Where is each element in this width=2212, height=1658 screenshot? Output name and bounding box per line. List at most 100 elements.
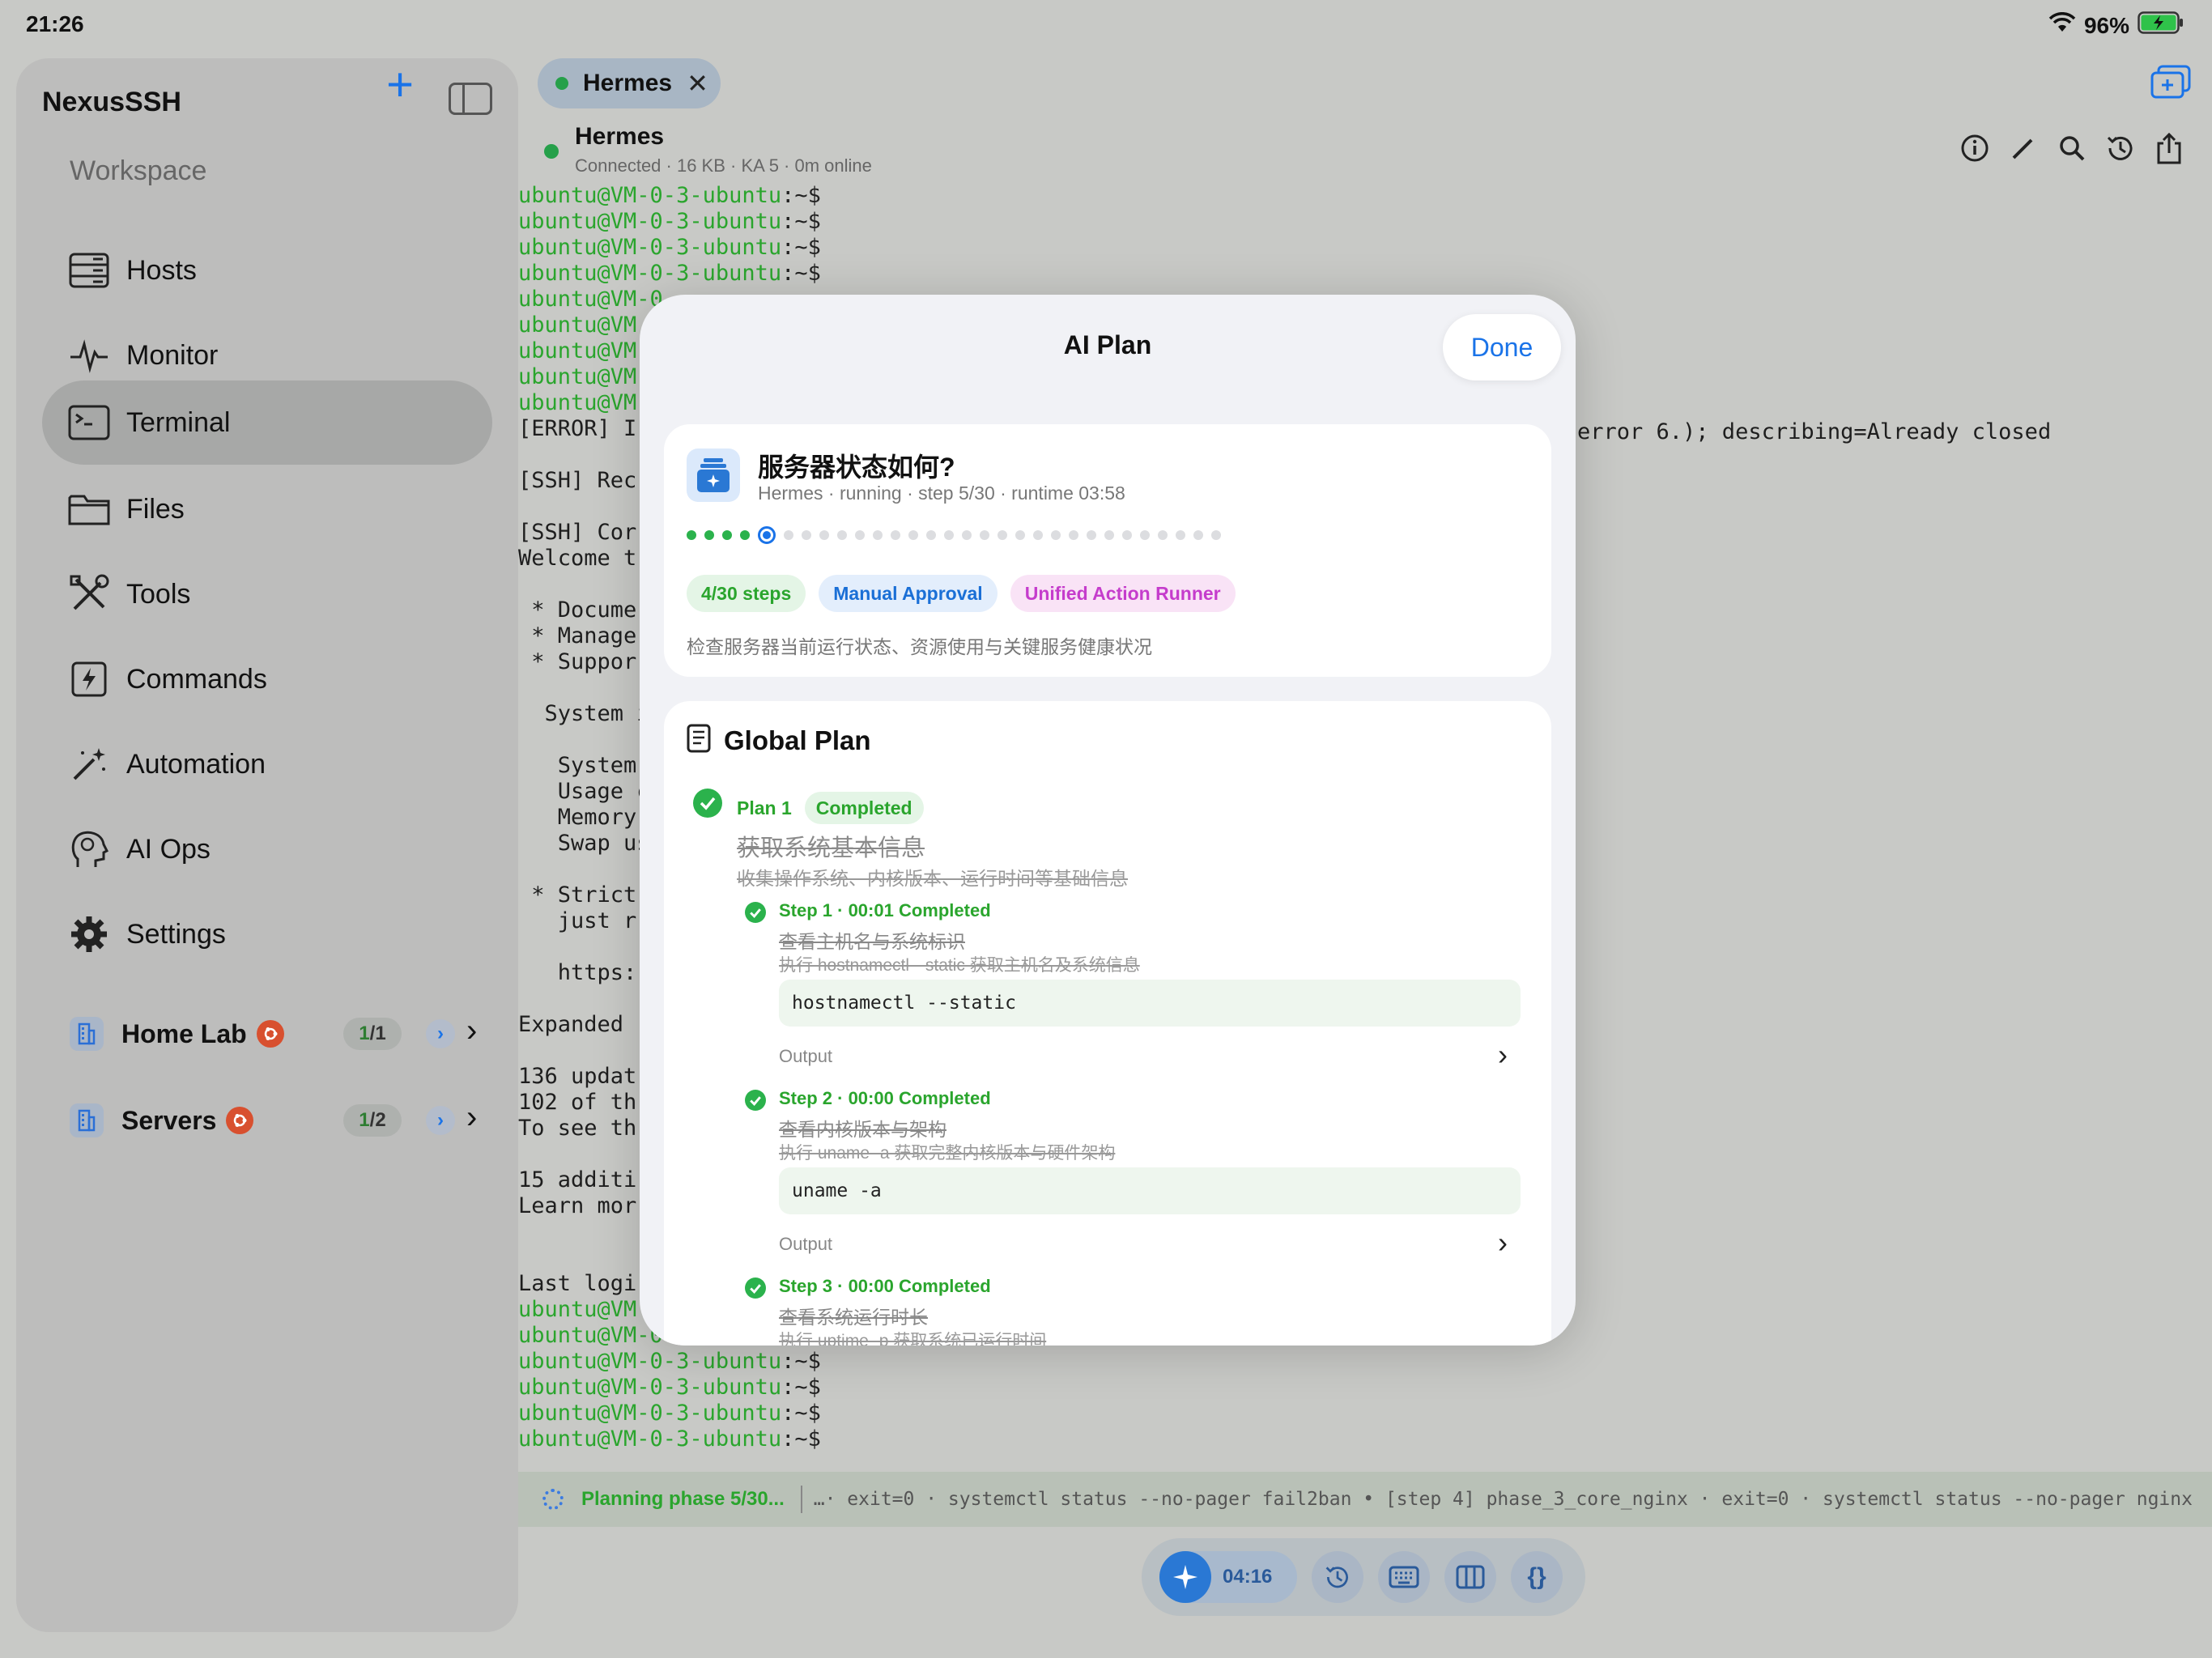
- step-dot: [837, 530, 847, 540]
- step-dot: [962, 530, 972, 540]
- host-group-servers[interactable]: Servers 1 / 2 › ›: [70, 1091, 491, 1150]
- online-indicator: [555, 77, 568, 90]
- chevron-right-icon[interactable]: ›: [466, 1099, 477, 1136]
- step-dot: [1069, 530, 1078, 540]
- ai-status-line: Planning phase 5/30... …· exit=0 · syste…: [518, 1472, 2212, 1527]
- host-name: Hermes: [575, 123, 665, 150]
- history-button[interactable]: [1312, 1551, 1363, 1603]
- keyboard-button[interactable]: [1378, 1551, 1430, 1603]
- steps-chip: 4/30 steps: [687, 575, 806, 612]
- expand-group-button[interactable]: ›: [426, 1019, 455, 1048]
- step-header: Step 2 · 00:00 Completed: [779, 1088, 991, 1108]
- plan-status-badge: Completed: [804, 792, 924, 824]
- sidebar-item-commands[interactable]: Commands: [42, 637, 492, 721]
- task-title: 服务器状态如何?: [758, 453, 955, 482]
- share-icon[interactable]: [2154, 132, 2184, 164]
- step-header: Step 1 · 00:01 Completed: [779, 900, 991, 920]
- global-plan-heading: Global Plan: [724, 725, 871, 755]
- output-label: Output: [779, 1046, 833, 1066]
- folder-icon: [66, 487, 112, 532]
- step-description: 执行 uname -a 获取完整内核版本与硬件架构: [779, 1144, 1116, 1163]
- battery-charging-icon: [2138, 11, 2184, 40]
- brain-head-icon: [66, 827, 112, 872]
- step-dot: [740, 530, 750, 540]
- sidebar-toggle-icon[interactable]: [449, 83, 492, 115]
- expand-output-chevron-icon[interactable]: ›: [1498, 1038, 1508, 1072]
- step-dot: [819, 530, 829, 540]
- terminal-line: ubuntu@VM-0-3-ubuntu:~$: [518, 1401, 821, 1426]
- session-tab-hermes[interactable]: Hermes ✕: [538, 58, 721, 108]
- sidebar-item-settings[interactable]: Settings: [42, 892, 492, 976]
- expand-group-button[interactable]: ›: [426, 1106, 455, 1135]
- approval-mode-chip[interactable]: Manual Approval: [819, 575, 998, 612]
- pencil-icon[interactable]: [2008, 133, 2039, 164]
- check-circle-icon: [693, 789, 722, 818]
- sidebar-item-automation[interactable]: Automation: [42, 722, 492, 806]
- waveform-icon: [66, 333, 112, 378]
- step-title: 查看内核版本与架构: [779, 1119, 946, 1140]
- wifi-icon: [2048, 12, 2076, 39]
- task-description: 检查服务器当前运行状态、资源使用与关键服务健康状况: [687, 636, 1152, 657]
- check-circle-icon: [745, 902, 766, 923]
- status-bar: 21:26 96%: [0, 0, 2212, 52]
- step-dot: [980, 530, 989, 540]
- new-window-icon[interactable]: [2150, 65, 2191, 99]
- split-view-button[interactable]: [1444, 1551, 1496, 1603]
- step-command[interactable]: uname -a: [779, 1167, 1521, 1214]
- step-description: 执行 hostnamectl --static 获取主机名及系统信息: [779, 956, 1140, 975]
- step-dot: [998, 530, 1007, 540]
- sidebar-item-terminal[interactable]: Terminal: [42, 380, 492, 465]
- step-dot: [784, 530, 793, 540]
- sidebar-item-ai-ops[interactable]: AI Ops: [42, 807, 492, 891]
- check-circle-icon: [745, 1090, 766, 1111]
- plan-description: 收集操作系统、内核版本、运行时间等基础信息: [737, 868, 1128, 889]
- ubuntu-badge-icon: [226, 1107, 254, 1134]
- step-dot: [722, 530, 732, 540]
- host-group-home-lab[interactable]: Home Lab 1 / 1 › ›: [70, 1005, 491, 1063]
- sidebar-item-tools[interactable]: Tools: [42, 552, 492, 636]
- sidebar-item-files[interactable]: Files: [42, 467, 492, 551]
- step-header: Step 3 · 00:00 Completed: [779, 1276, 991, 1296]
- runner-chip[interactable]: Unified Action Runner: [1010, 575, 1236, 612]
- step-dot: [926, 530, 936, 540]
- bottom-dock: 04:16 {}: [1142, 1538, 1585, 1616]
- chevron-right-icon[interactable]: ›: [466, 1013, 477, 1049]
- step-command[interactable]: hostnamectl --static: [779, 980, 1521, 1027]
- planning-phase: Planning phase 5/30...: [581, 1488, 785, 1510]
- magic-wand-icon: [66, 742, 112, 787]
- info-icon[interactable]: [1959, 133, 1990, 164]
- ai-log-ticker: …· exit=0 · systemctl status --no-pager …: [813, 1489, 2193, 1510]
- ubuntu-badge-icon: [256, 1020, 284, 1048]
- step-dot: [1033, 530, 1043, 540]
- gear-icon: [66, 912, 112, 957]
- building-icon: [70, 1103, 104, 1137]
- step-description: 执行 uptime -p 获取系统已运行时间: [779, 1332, 1047, 1346]
- step-title: 查看主机名与系统标识: [779, 931, 965, 952]
- snippets-button[interactable]: {}: [1511, 1551, 1563, 1603]
- sidebar: NexusSSH + Workspace Hosts Monitor Termi…: [16, 58, 518, 1632]
- terminal-line: ubuntu@VM-0-3-ubuntu:~$: [518, 1375, 821, 1400]
- app-title: NexusSSH: [42, 86, 181, 117]
- step-dot: [1104, 530, 1114, 540]
- task-subtitle: Hermes · running · step 5/30 · runtime 0…: [758, 483, 1125, 504]
- modal-title: AI Plan: [1063, 330, 1152, 359]
- sidebar-item-hosts[interactable]: Hosts: [42, 228, 492, 312]
- add-host-button[interactable]: +: [377, 62, 423, 110]
- done-button[interactable]: Done: [1443, 314, 1561, 380]
- terminal-line: ubuntu@VM-0-3-ubuntu:~$: [518, 235, 821, 260]
- terminal-toolbar: [1959, 132, 2184, 164]
- tools-icon: [66, 572, 112, 617]
- search-icon[interactable]: [2057, 133, 2087, 164]
- history-icon[interactable]: [2105, 133, 2136, 164]
- step-dot: [1193, 530, 1203, 540]
- output-label: Output: [779, 1234, 833, 1254]
- building-icon: [70, 1017, 104, 1051]
- step-dot: [1158, 530, 1168, 540]
- expand-output-chevron-icon[interactable]: ›: [1498, 1226, 1508, 1260]
- step-dot: [1176, 530, 1185, 540]
- terminal-line: ubuntu@VM-0-3-ubuntu:~$: [518, 183, 821, 208]
- spinner-icon: [542, 1489, 564, 1510]
- ai-assistant-button[interactable]: 04:16: [1159, 1551, 1297, 1603]
- close-icon[interactable]: ✕: [687, 68, 708, 99]
- terminal-error-tail: error 6.); describing=Already closed: [1577, 419, 2052, 444]
